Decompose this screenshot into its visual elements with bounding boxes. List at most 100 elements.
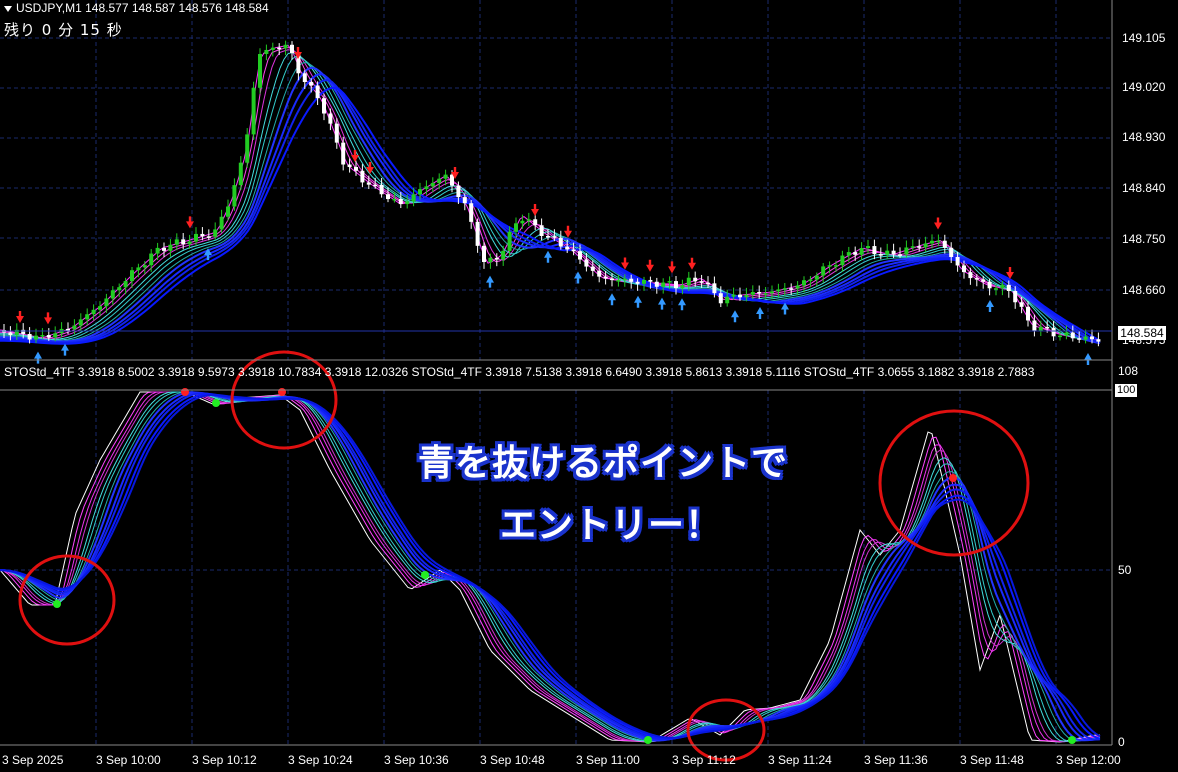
- candle-body: [782, 288, 787, 290]
- ribbon-line: [0, 79, 1101, 344]
- symbol-info: USDJPY,M1 148.577 148.587 148.576 148.58…: [4, 1, 269, 15]
- indicator-axis-label: 108: [1118, 364, 1139, 378]
- time-label: 3 Sep 2025: [2, 753, 64, 767]
- candle-body: [142, 265, 147, 268]
- candle-body: [315, 85, 320, 99]
- candle-body: [546, 235, 550, 238]
- candle-body: [827, 265, 832, 267]
- candle-body: [578, 251, 582, 260]
- candle-body: [251, 87, 256, 135]
- candle-body: [699, 281, 704, 283]
- candle-body: [437, 178, 442, 183]
- candle-body: [917, 246, 922, 248]
- candle-body: [181, 239, 186, 245]
- buy-arrow-icon: [678, 298, 686, 311]
- candle-body: [78, 319, 83, 326]
- sell-arrow-icon: [668, 261, 676, 274]
- buy-arrow-icon: [756, 307, 764, 319]
- candle-body: [430, 182, 435, 187]
- candle-body: [1006, 284, 1011, 291]
- buy-arrow-icon: [486, 275, 494, 288]
- candle-body: [302, 73, 307, 83]
- candle-body: [846, 252, 851, 256]
- buy-arrow-icon: [731, 310, 739, 323]
- candle-body: [840, 255, 845, 266]
- candle-body: [482, 245, 486, 263]
- candle-body: [974, 278, 979, 280]
- sell-arrow-icon: [16, 311, 24, 323]
- symbol-info-text: USDJPY,M1 148.577 148.587 148.576 148.58…: [16, 1, 269, 15]
- signal-dot: [644, 736, 652, 744]
- highlight-circle: [878, 409, 1030, 557]
- ribbon-line: [0, 46, 1101, 342]
- ribbon-line: [0, 61, 1101, 344]
- ribbon-line: [0, 55, 1101, 344]
- candle-body: [290, 44, 294, 53]
- candle-body: [526, 219, 531, 221]
- callout-line-1: 青を抜けるポイントで: [418, 443, 789, 484]
- candlesticks: [2, 40, 1101, 347]
- candle-body: [667, 281, 672, 283]
- candle-body: [622, 278, 627, 281]
- candle-body: [149, 253, 154, 266]
- candle-body: [46, 335, 51, 338]
- signal-dot: [1068, 736, 1076, 744]
- candle-body: [27, 333, 32, 340]
- candle-body: [494, 257, 499, 260]
- candle-body: [226, 206, 230, 217]
- candle-body: [488, 257, 493, 263]
- sell-arrow-icon: [351, 150, 359, 162]
- candle-body: [322, 98, 326, 114]
- time-label: 3 Sep 11:48: [960, 753, 1024, 767]
- candle-body: [398, 198, 403, 205]
- chart-canvas[interactable]: [0, 0, 1178, 772]
- signal-dot: [278, 388, 286, 396]
- candle-body: [309, 82, 314, 86]
- candle-body: [757, 292, 762, 294]
- candle-body: [1000, 284, 1005, 289]
- candle-body: [763, 293, 768, 295]
- candle-body: [1019, 302, 1024, 307]
- candle-body: [334, 123, 339, 143]
- candle-body: [603, 276, 608, 279]
- candle-body: [155, 247, 160, 254]
- candle-body: [200, 233, 205, 237]
- candle-body: [373, 184, 378, 187]
- candle-body: [910, 246, 915, 248]
- candle-body: [1026, 306, 1030, 321]
- candle-body: [859, 248, 864, 255]
- buy-arrow-icon: [658, 297, 666, 310]
- buy-arrow-icon: [1084, 353, 1092, 365]
- candle-body: [219, 216, 224, 230]
- candle-body: [424, 186, 429, 190]
- candle-body: [725, 296, 730, 304]
- ribbon-line: [0, 52, 1101, 343]
- ribbon-line: [0, 86, 1101, 345]
- candle-body: [34, 335, 38, 340]
- collapse-triangle-icon[interactable]: [4, 5, 12, 12]
- candle-body: [258, 53, 262, 88]
- candle-body: [1064, 332, 1069, 336]
- candle-body: [443, 174, 448, 179]
- time-label: 3 Sep 10:48: [480, 753, 545, 767]
- candle-body: [565, 246, 570, 250]
- candle-body: [923, 243, 928, 248]
- candle-body: [206, 236, 211, 238]
- candle-body: [354, 167, 358, 171]
- price-label: 149.105: [1122, 31, 1166, 45]
- sell-arrow-icon: [621, 257, 629, 270]
- candle-body: [232, 185, 237, 207]
- candle-body: [981, 279, 986, 282]
- sell-arrow-icon: [564, 225, 572, 238]
- candle-body: [744, 294, 749, 298]
- candle-body: [885, 250, 890, 255]
- time-label: 3 Sep 10:12: [192, 753, 257, 767]
- candle-body: [680, 285, 685, 289]
- candle-body: [1032, 320, 1037, 331]
- candle-body: [731, 294, 736, 297]
- candle-body: [392, 198, 397, 201]
- candle-body: [712, 283, 717, 294]
- sell-arrow-icon: [186, 216, 194, 229]
- signal-dot: [421, 571, 429, 579]
- candle-body: [821, 266, 826, 276]
